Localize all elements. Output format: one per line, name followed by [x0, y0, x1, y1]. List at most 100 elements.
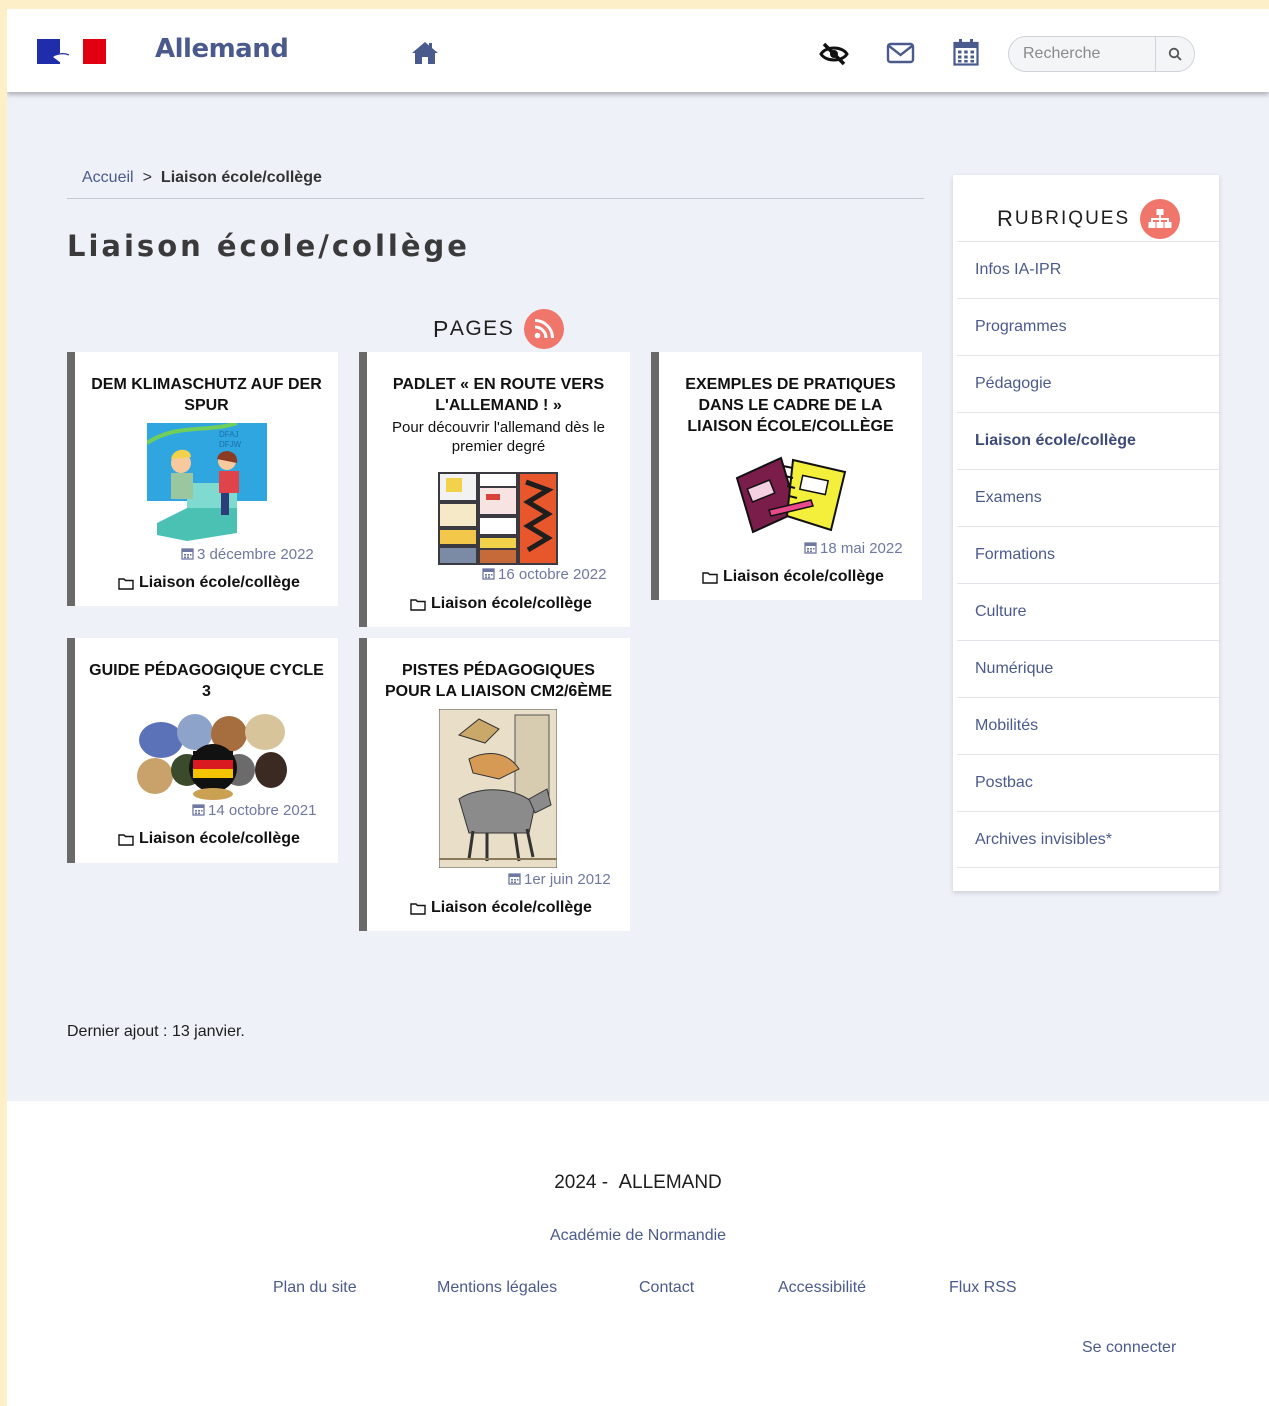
card-category-label[interactable]: Liaison école/collège	[431, 899, 592, 917]
sidebar-item-programmes[interactable]: Programmes	[957, 298, 1219, 355]
rubriques-heading-initial: R	[997, 206, 1015, 231]
calendar-icon	[181, 548, 194, 560]
calendar-icon	[482, 568, 495, 580]
pages-heading: P AGES	[433, 309, 565, 349]
article-card[interactable]: Guide pédagogique cycle 3 14 octobre 202…	[67, 638, 338, 863]
card-category-label[interactable]: Liaison école/collège	[431, 595, 592, 613]
calendar-icon	[192, 804, 205, 816]
card-thumbnail[interactable]: DFAJ DFJW	[147, 423, 267, 543]
footer-link-mentions-legales[interactable]: Mentions légales	[437, 1279, 557, 1297]
folder-icon	[410, 598, 426, 611]
folder-icon	[118, 833, 134, 846]
card-subtitle: Pour découvrir l'allemand dès le premier…	[392, 419, 605, 455]
page-title: Liaison école/collège	[67, 229, 470, 263]
breadcrumb-separator: >	[142, 169, 152, 186]
footer-copyright: 2024 - ALLEMAND	[7, 1171, 1269, 1194]
calendar-icon	[804, 542, 817, 554]
home-icon[interactable]	[411, 41, 439, 65]
pages-heading-initial: P	[433, 315, 450, 342]
footer-link-accessibilite[interactable]: Accessibilité	[778, 1279, 866, 1297]
search-icon	[1168, 47, 1182, 61]
card-category-label[interactable]: Liaison école/collège	[139, 830, 300, 848]
card-date-text: 18 mai 2022	[820, 540, 903, 557]
sidebar-item-postbac[interactable]: Postbac	[957, 754, 1219, 811]
breadcrumb-divider	[67, 198, 924, 199]
card-date: 18 mai 2022	[804, 540, 903, 557]
sidebar-item-liaison-ecole-college[interactable]: Liaison école/collège	[957, 412, 1219, 469]
card-category[interactable]: Liaison école/collège	[118, 830, 300, 848]
footer-link-contact[interactable]: Contact	[639, 1279, 694, 1297]
article-card[interactable]: Dem Klimaschutz auf der Spur DFAJ DFJW 3…	[67, 352, 338, 606]
svg-text:DFJW: DFJW	[219, 440, 242, 449]
card-date: 16 octobre 2022	[482, 566, 606, 583]
sidebar-item-numerique[interactable]: Numérique	[957, 640, 1219, 697]
folder-icon	[118, 577, 134, 590]
card-thumbnail[interactable]	[731, 448, 851, 540]
breadcrumb: Accueil > Liaison école/collège	[82, 169, 322, 187]
breadcrumb-home[interactable]: Accueil	[82, 169, 134, 186]
breadcrumb-current: Liaison école/collège	[160, 169, 322, 186]
card-date-text: 3 décembre 2022	[197, 546, 314, 563]
calendar-icon[interactable]	[953, 38, 979, 66]
footer-link-flux-rss[interactable]: Flux RSS	[949, 1279, 1017, 1297]
card-date: 3 décembre 2022	[181, 546, 314, 563]
card-thumbnail[interactable]	[438, 472, 558, 565]
page-frame: Allemand Recherche Accueil > Liaison éco…	[7, 9, 1269, 1406]
article-card[interactable]: Padlet « En route vers l'allemand ! » Po…	[359, 352, 630, 627]
folder-icon	[410, 902, 426, 915]
card-thumbnail[interactable]	[439, 709, 557, 868]
card-category[interactable]: Liaison école/collège	[702, 568, 884, 586]
login-link[interactable]: Se connecter	[1082, 1339, 1176, 1357]
card-title[interactable]: Pistes pédagogiques pour la liaison CM2/…	[367, 660, 630, 702]
footer-academy-link[interactable]: Académie de Normandie	[7, 1227, 1269, 1245]
card-category[interactable]: Liaison école/collège	[118, 574, 300, 592]
search-box	[1008, 36, 1195, 72]
eye-slash-icon[interactable]	[819, 41, 849, 67]
card-category-label[interactable]: Liaison école/collège	[723, 568, 884, 586]
republique-logo[interactable]	[37, 39, 106, 64]
site-title[interactable]: Allemand	[155, 34, 289, 64]
footer-link-plan-du-site[interactable]: Plan du site	[273, 1279, 357, 1297]
svg-text:DFAJ: DFAJ	[219, 430, 239, 439]
rubriques-list: Infos IA-IPR Programmes Pédagogie Liaiso…	[957, 241, 1219, 868]
rubriques-sidebar: R UBRIQUES Infos IA-IPR Programmes Pédago…	[953, 175, 1219, 891]
card-category[interactable]: Liaison école/collège	[410, 595, 592, 613]
sidebar-item-culture[interactable]: Culture	[957, 583, 1219, 640]
footer-site-rest[interactable]: LLEMAND	[632, 1172, 722, 1193]
card-date-text: 1er juin 2012	[524, 871, 611, 888]
search-button[interactable]	[1155, 37, 1194, 71]
footer-site-initial[interactable]: A	[619, 1171, 632, 1193]
site-header: Allemand	[7, 9, 1269, 92]
sidebar-item-pedagogie[interactable]: Pédagogie	[957, 355, 1219, 412]
article-card[interactable]: Pistes pédagogiques pour la liaison CM2/…	[359, 638, 630, 931]
sidebar-item-mobilites[interactable]: Mobilités	[957, 697, 1219, 754]
sidebar-item-infos-ia-ipr[interactable]: Infos IA-IPR	[957, 241, 1219, 298]
mail-icon[interactable]	[886, 41, 915, 65]
site-footer: 2024 - ALLEMAND Académie de Normandie Pl…	[7, 1101, 1269, 1406]
sitemap-icon	[1140, 199, 1181, 239]
sidebar-item-formations[interactable]: Formations	[957, 526, 1219, 583]
card-date-text: 14 octobre 2021	[208, 802, 317, 819]
card-thumbnail[interactable]	[135, 710, 291, 800]
rubriques-heading-rest: UBRIQUES	[1014, 208, 1131, 229]
article-card[interactable]: Exemples de pratiques dans le cadre de l…	[651, 352, 922, 600]
card-category[interactable]: Liaison école/collège	[410, 899, 592, 917]
card-date: 1er juin 2012	[508, 871, 611, 888]
footer-year: 2024 -	[554, 1172, 609, 1193]
card-title[interactable]: Padlet « En route vers l'allemand ! »	[367, 374, 630, 416]
rubriques-heading: R UBRIQUES	[997, 199, 1181, 239]
pages-heading-rest: AGES	[449, 317, 515, 340]
calendar-icon	[508, 873, 521, 885]
rss-icon[interactable]	[524, 309, 565, 349]
search-input[interactable]	[1009, 37, 1156, 71]
folder-icon	[702, 571, 718, 584]
last-added-note: Dernier ajout : 13 janvier.	[67, 1023, 245, 1040]
card-title[interactable]: Exemples de pratiques dans le cadre de l…	[659, 374, 922, 437]
card-title[interactable]: Guide pédagogique cycle 3	[75, 660, 338, 702]
card-date: 14 octobre 2021	[192, 802, 316, 819]
card-title[interactable]: Dem Klimaschutz auf der Spur	[75, 374, 338, 416]
sidebar-item-archives-invisibles[interactable]: Archives invisibles*	[957, 811, 1219, 868]
card-category-label[interactable]: Liaison école/collège	[139, 574, 300, 592]
card-date-text: 16 octobre 2022	[498, 566, 607, 583]
sidebar-item-examens[interactable]: Examens	[957, 469, 1219, 526]
